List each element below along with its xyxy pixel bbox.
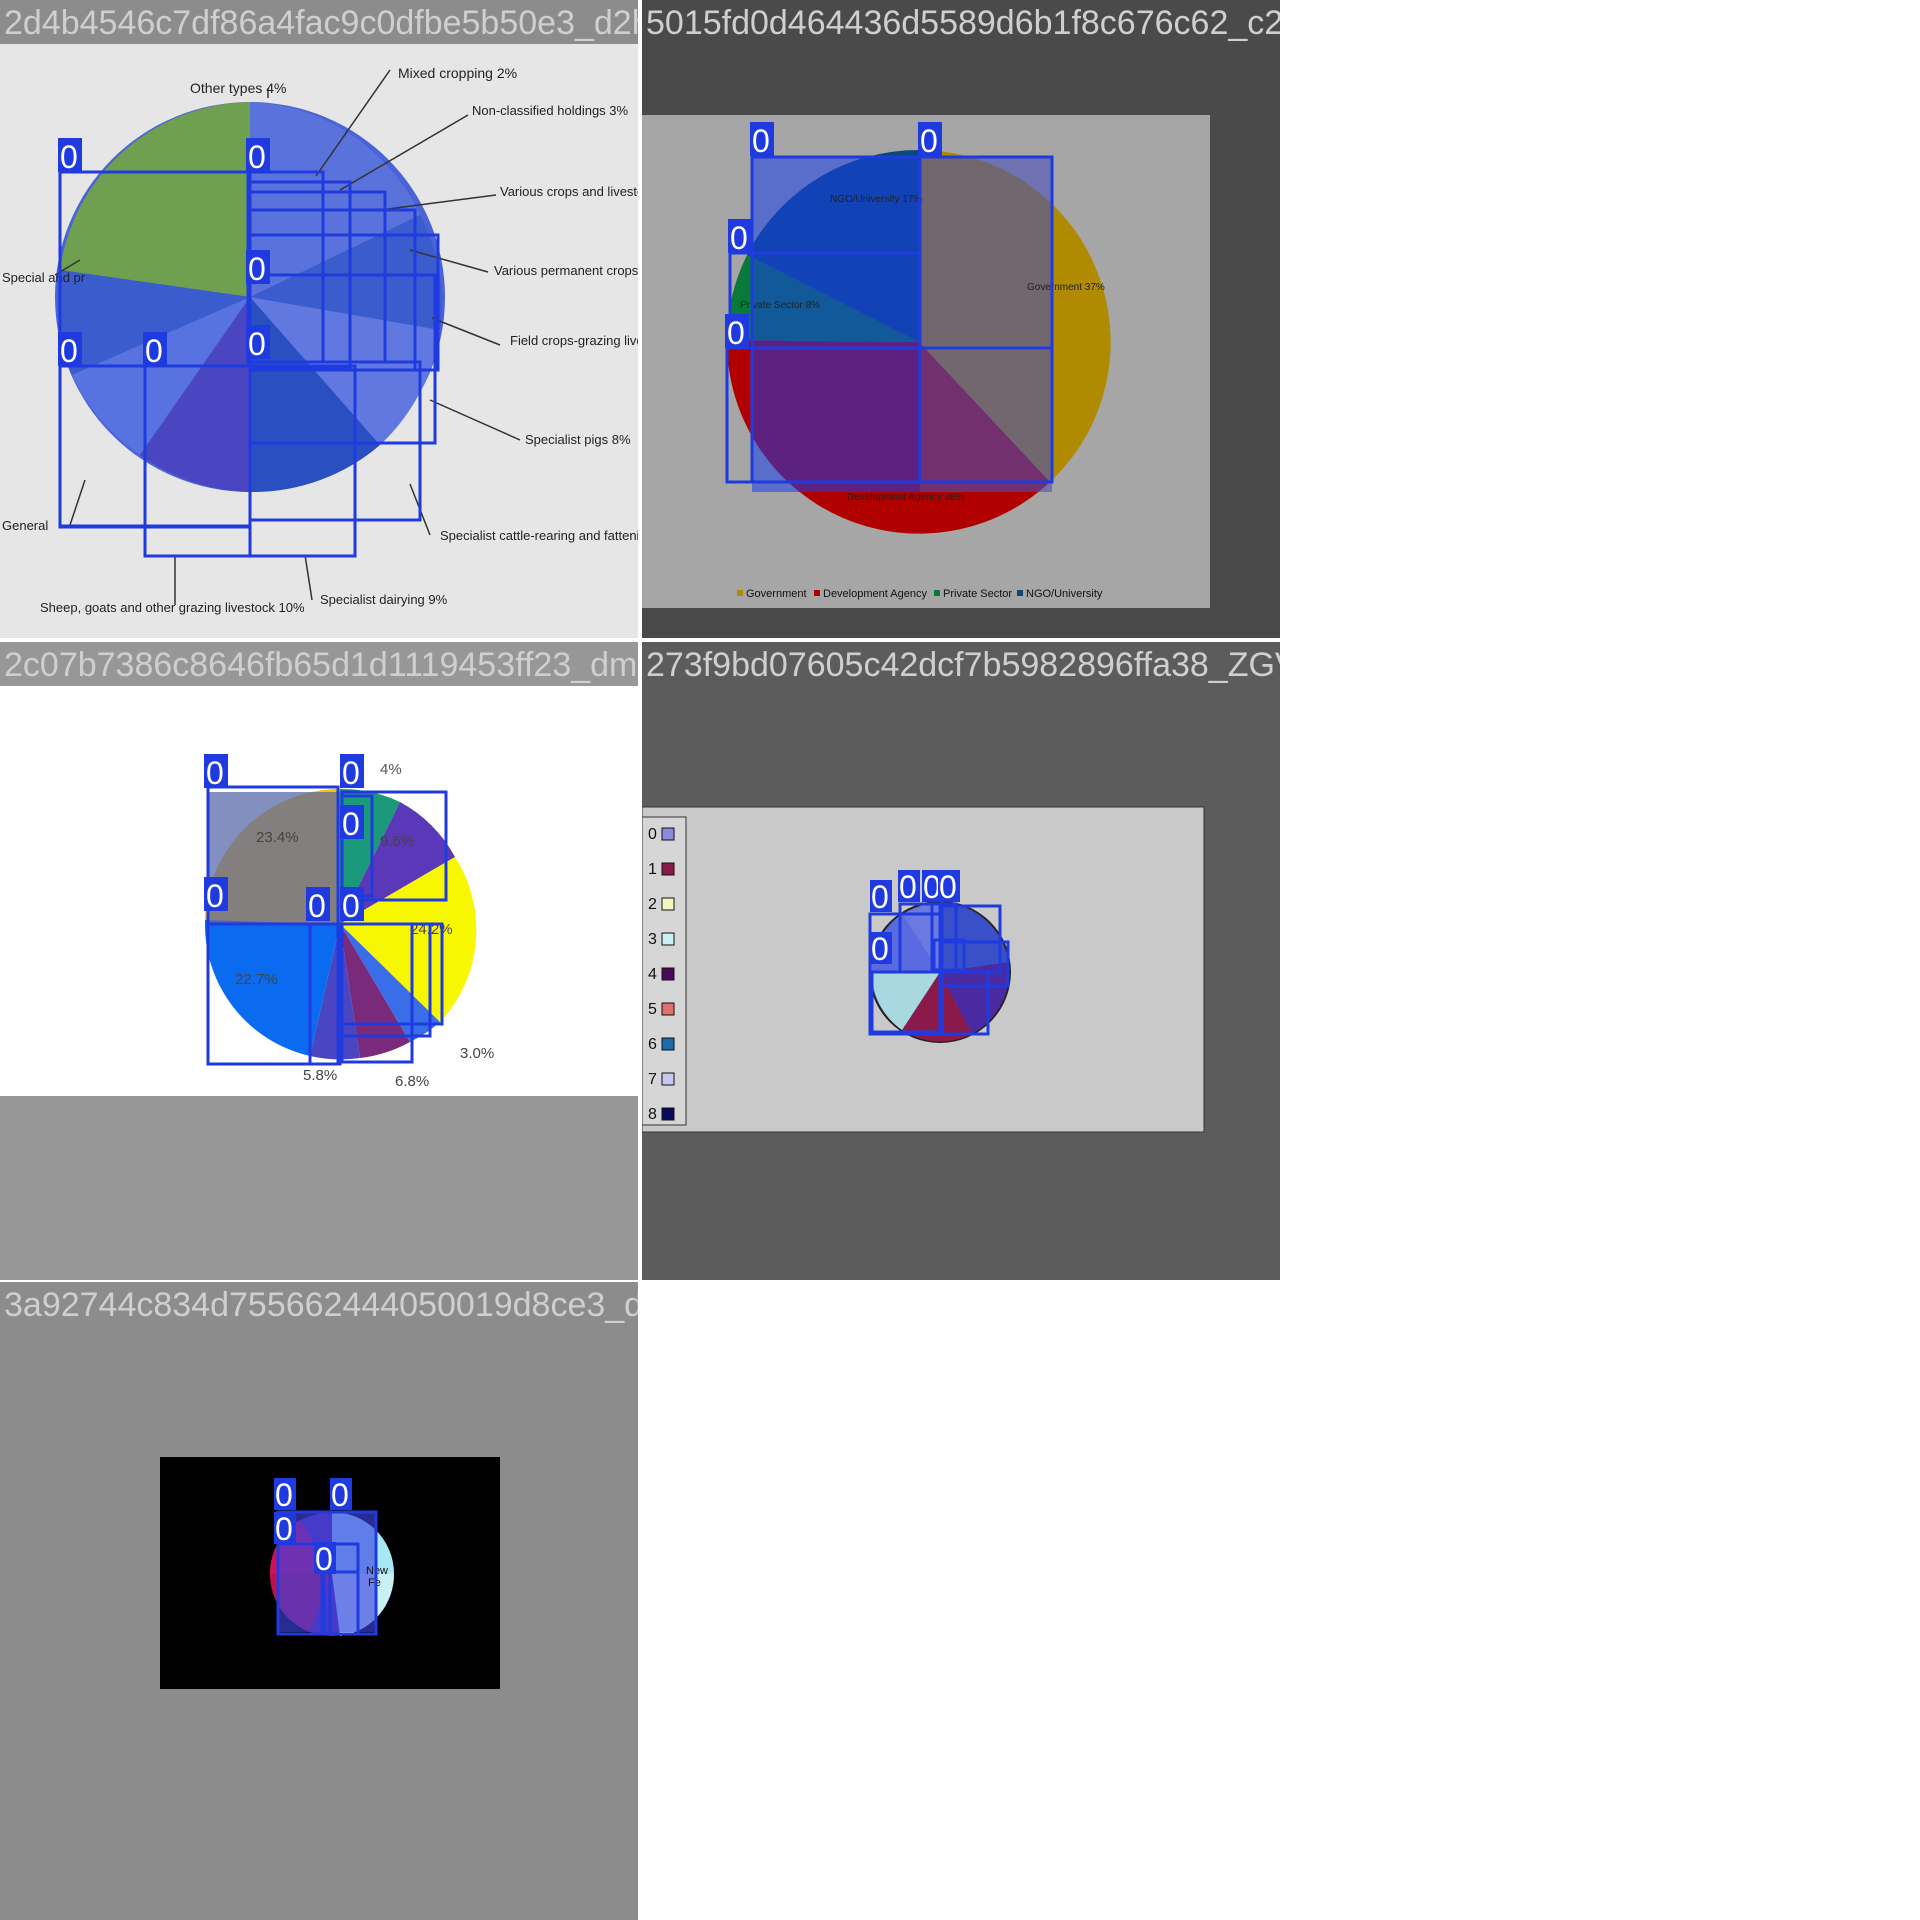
detection-tag-label: 0 (342, 806, 360, 842)
detection-fill (920, 157, 1052, 492)
legend-label: Private Sector (943, 588, 1012, 600)
detection-tag-label: 0 (308, 888, 326, 924)
detection-fill (752, 157, 920, 492)
slice-label: 22.7% (235, 971, 278, 988)
tile-title: 5015fd0d464436d5589d6b1f8c676c62_c2xvY2F (646, 4, 1280, 42)
legend-label: 3 (648, 931, 657, 948)
detection-tag-label: 0 (730, 220, 748, 256)
slice-label: Special and pr (2, 270, 86, 285)
legend-swatch (1017, 590, 1023, 596)
legend-swatch (737, 590, 743, 596)
detection-tag-label: 0 (60, 139, 78, 175)
legend-swatch (661, 1107, 675, 1121)
chart-tile-4: 273f9bd07605c42dcf7b5982896ffa38_ZGVzdGl… (642, 642, 1280, 1280)
detection-tag-label: 0 (248, 139, 266, 175)
legend-swatch (661, 827, 675, 841)
legend: Government Development Agency Private Se… (737, 588, 1103, 600)
legend-label: 0 (648, 826, 657, 843)
legend-label: Government (746, 588, 807, 600)
detection-tag-label: 0 (342, 888, 360, 924)
pie-chart-3: 4% 23.4% 9.6% 24.2% 22.7% 3.0% 5.8% 6.8%… (0, 686, 638, 1280)
legend-swatch (661, 932, 675, 946)
pie-chart-1: Other types 4% Mixed cropping 2% Non-cla… (0, 44, 638, 638)
legend-swatch (661, 897, 675, 911)
detection-tag-label: 0 (939, 869, 957, 905)
slice-label: Mixed cropping 2% (398, 65, 517, 81)
detection-tag-label: 0 (920, 123, 938, 159)
lower-background (0, 1096, 638, 1280)
detection-tag-label: 0 (871, 879, 889, 915)
chart-tile-5: 3a92744c834d755662444050019d8ce3_d3d3LmF… (0, 1282, 638, 1920)
slice-label: Government 37% (1027, 282, 1105, 293)
legend-swatch (814, 590, 820, 596)
detection-tag-label: 0 (248, 251, 266, 287)
legend-swatch (661, 1072, 675, 1086)
legend-swatch (661, 967, 675, 981)
detection-tag-label: 0 (315, 1541, 333, 1577)
tile-title: 273f9bd07605c42dcf7b5982896ffa38_ZGVzdGl (646, 646, 1280, 684)
detection-tag-label: 0 (145, 333, 163, 369)
slice-label: Specialist dairying 9% (320, 592, 448, 607)
slice-label: Various permanent crops combined 4% (494, 263, 638, 278)
slice-label: 4% (380, 761, 402, 778)
detection-tag-label: 0 (275, 1477, 293, 1513)
detection-tag-label: 0 (752, 123, 770, 159)
tile-title: 2c07b7386c8646fb65d1d1119453ff23_dmlldW0 (4, 646, 638, 684)
slice-label: General (2, 518, 48, 533)
detection-tag-label: 0 (248, 326, 266, 362)
detection-tag-label: 0 (331, 1477, 349, 1513)
chart-tile-2: 5015fd0d464436d5589d6b1f8c676c62_c2xvY2F… (642, 0, 1280, 638)
slice-label: Specialist cattle-rearing and fattening … (440, 528, 638, 543)
slice-label: Other types 4% (190, 80, 287, 96)
legend-label: NGO/University (1026, 588, 1103, 600)
detection-tag-label: 0 (206, 878, 224, 914)
legend-swatch (661, 1002, 675, 1016)
slice-label: Fe (368, 1577, 381, 1589)
detection-tag-label: 0 (727, 315, 745, 351)
legend-swatch (934, 590, 940, 596)
slice-label: 5.8% (303, 1067, 337, 1084)
pie-chart-2: NGO/University 17% Private Sector 8% Gov… (642, 0, 1280, 638)
chart-tile-1: 2d4b4546c7df86a4fac9c0dfbe5b50e3_d2hvbGU (0, 0, 638, 638)
legend-label: 6 (648, 1036, 657, 1053)
slice-label: 9.6% (380, 833, 414, 850)
legend-label: 1 (648, 861, 657, 878)
legend-label: 8 (648, 1106, 657, 1123)
legend-label: 7 (648, 1071, 657, 1088)
pie-chart-4: 0 1 2 3 4 5 6 7 8 0 0 0 0 0 (642, 642, 1280, 1280)
slice-label: NGO/University 17% (830, 194, 922, 205)
legend-label: Development Agency (823, 588, 927, 600)
slice-label: 6.8% (395, 1073, 429, 1090)
tile-title: 3a92744c834d755662444050019d8ce3_d3d3LmF (4, 1286, 638, 1324)
slice-label: 23.4% (256, 829, 299, 846)
slice-label: 3.0% (460, 1045, 494, 1062)
detection-tag-label: 0 (275, 1511, 293, 1547)
slice-label: Non-classified holdings 3% (472, 103, 629, 118)
slice-label: Development Agency 38% (847, 492, 964, 503)
chart-tile-3: 2c07b7386c8646fb65d1d1119453ff23_dmlldW0… (0, 642, 638, 1280)
slice-label: Specialist pigs 8% (525, 432, 631, 447)
legend-label: 2 (648, 896, 657, 913)
slice-label: Various crops and livestock combined 4% (500, 184, 638, 199)
legend-label: 5 (648, 1001, 657, 1018)
detection-tag-label: 0 (871, 931, 889, 967)
detection-tag-label: 0 (899, 869, 917, 905)
slice-label: Field crops-grazing livestock combined 7… (510, 333, 638, 348)
detection-tag-label: 0 (60, 333, 78, 369)
pie-chart-5: New Fe 0 0 0 0 (0, 1282, 638, 1920)
detection-tag-label: 0 (206, 755, 224, 791)
legend-swatch (661, 862, 675, 876)
detection-tag-label: 0 (342, 755, 360, 791)
slice-label: Sheep, goats and other grazing livestock… (40, 600, 305, 615)
tile-title: 2d4b4546c7df86a4fac9c0dfbe5b50e3_d2hvbGU (4, 4, 638, 42)
legend-label: 4 (648, 966, 657, 983)
legend-swatch (661, 1037, 675, 1051)
